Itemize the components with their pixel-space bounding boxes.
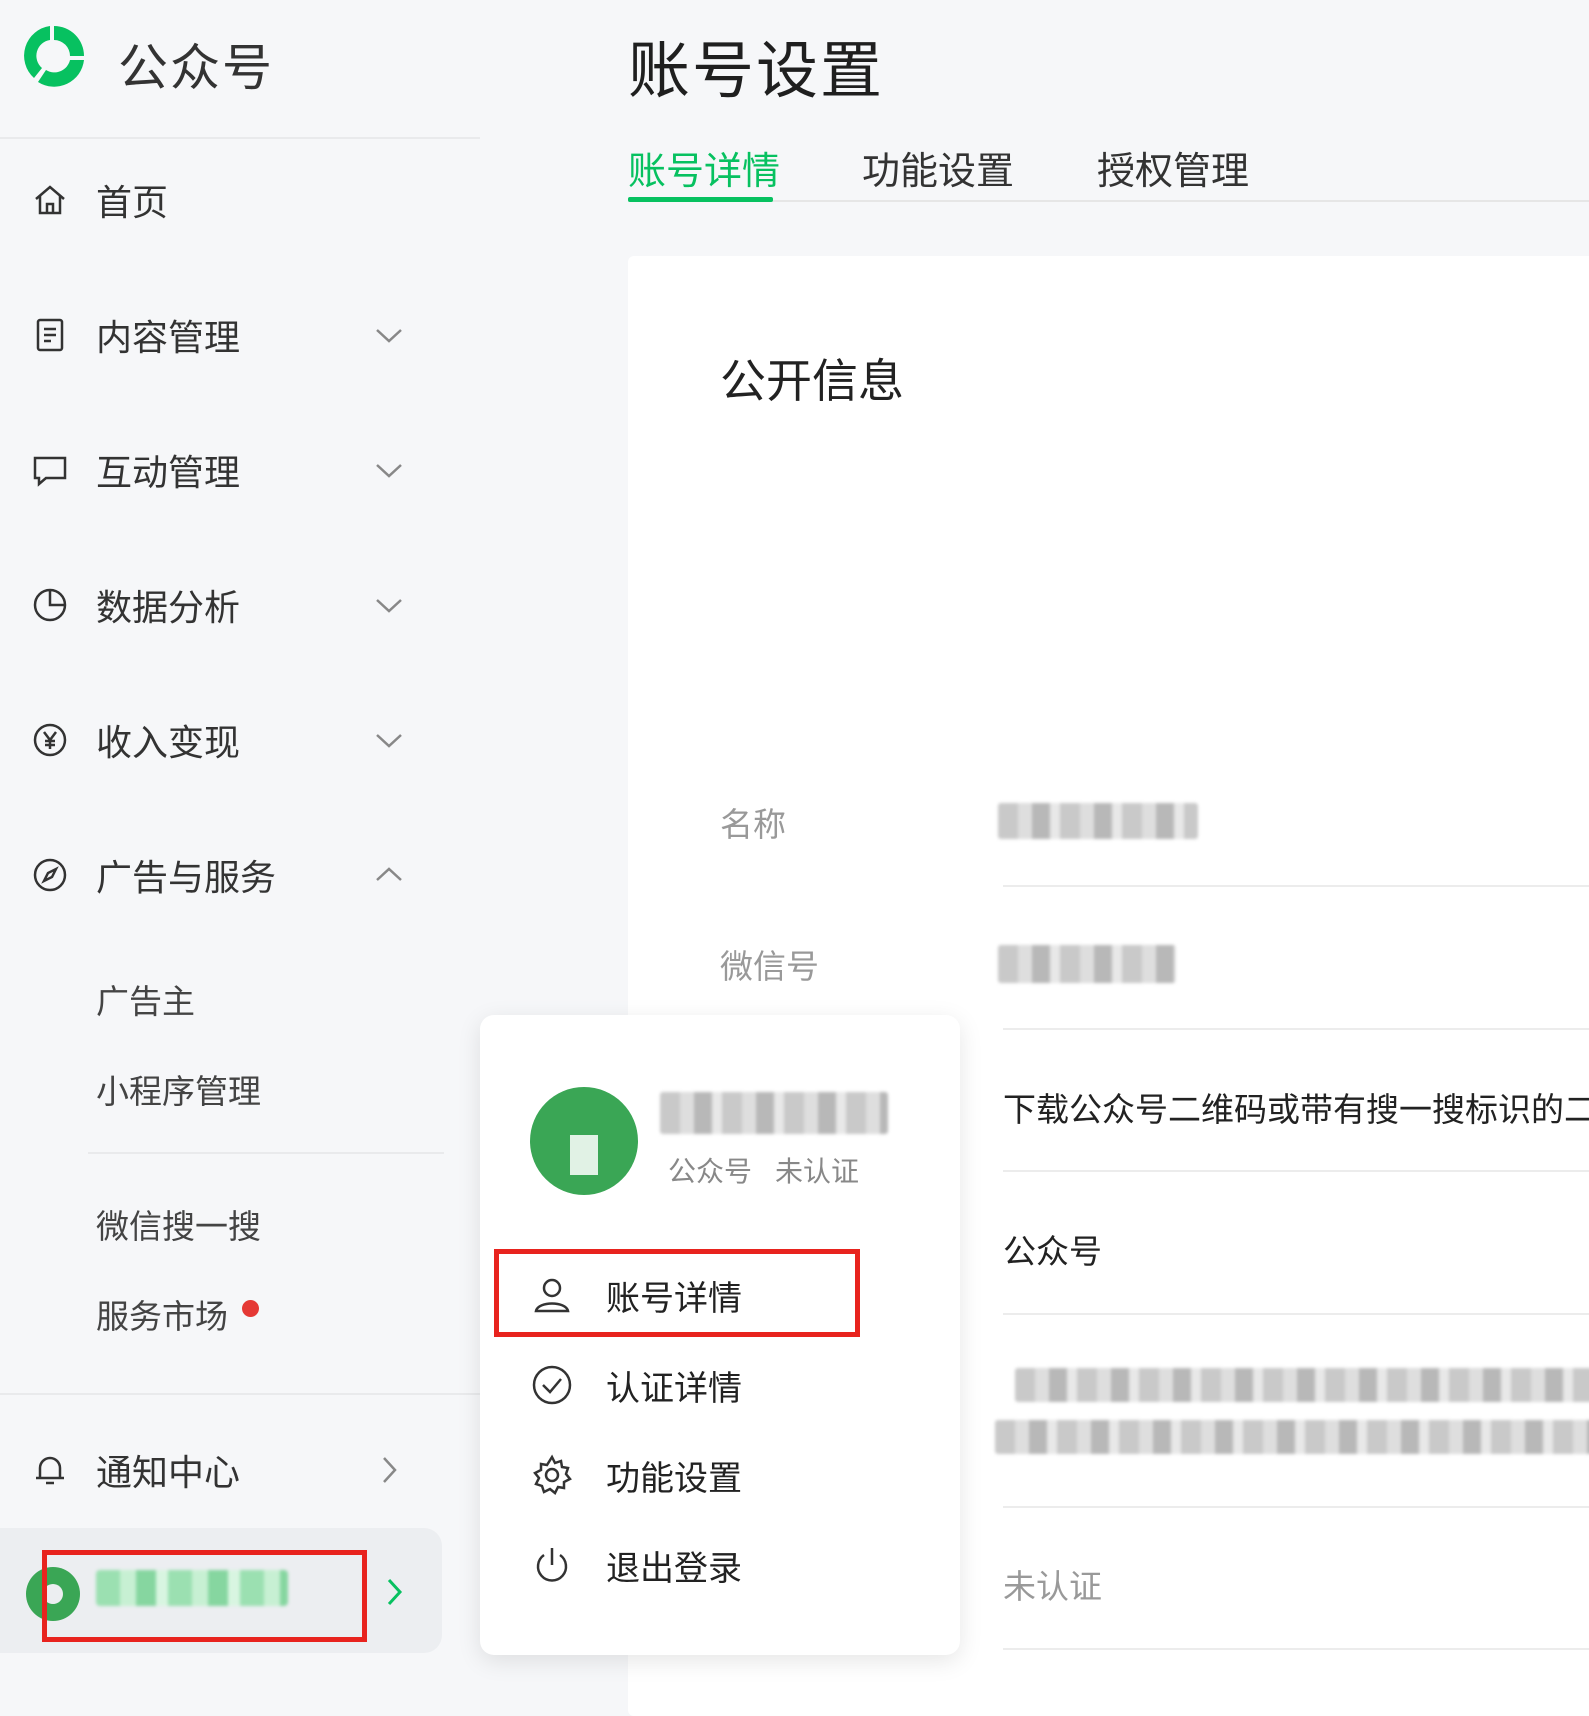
chevron-down-icon — [376, 329, 402, 343]
brand-name: 公众号 — [118, 39, 274, 97]
home-icon — [35, 185, 65, 215]
popover-account-type: 公众号 — [668, 1155, 753, 1188]
intro-line-2-redacted — [995, 1420, 1589, 1454]
row-divider — [1003, 1648, 1589, 1650]
document-icon — [36, 318, 64, 352]
sidebar-subitem-service-market[interactable]: 服务市场 — [96, 1290, 228, 1338]
chevron-right-icon — [387, 1578, 403, 1606]
popover-menu-label: 功能设置 — [606, 1458, 742, 1499]
popover-menu-verification-details[interactable]: 认证详情 — [530, 1350, 910, 1420]
row-divider — [1003, 1170, 1589, 1172]
sidebar-subitem-advertiser[interactable]: 广告主 — [96, 975, 195, 1023]
gear-icon — [533, 1454, 572, 1495]
field-label-wechat-id: 微信号 — [720, 947, 819, 986]
chat-icon — [33, 456, 67, 487]
tab-feature-settings[interactable]: 功能设置 — [862, 140, 1014, 195]
sidebar-item-monetization[interactable]: 收入变现 — [0, 700, 440, 780]
row-divider — [1003, 885, 1589, 887]
row-divider — [1003, 1028, 1589, 1030]
sidebar-subdivider — [88, 1152, 444, 1154]
notification-dot — [242, 1300, 259, 1317]
tab-authorization[interactable]: 授权管理 — [1097, 140, 1249, 195]
chevron-down-icon — [376, 599, 402, 613]
account-type-value: 公众号 — [1003, 1232, 1102, 1271]
tab-account-details[interactable]: 账号详情 — [628, 140, 780, 195]
sidebar-item-home[interactable]: 首页 — [0, 160, 440, 240]
sidebar-subitem-miniprogram[interactable]: 小程序管理 — [96, 1065, 261, 1113]
tab-active-indicator — [628, 197, 773, 202]
page-title: 账号设置 — [628, 34, 885, 107]
chevron-down-icon — [376, 734, 402, 748]
popover-menu-feature-settings[interactable]: 功能设置 — [530, 1440, 910, 1510]
sidebar-item-label: 首页 — [96, 183, 169, 224]
compass-icon — [33, 858, 67, 892]
popover-menu-logout[interactable]: 退出登录 — [530, 1530, 910, 1600]
pie-chart-icon — [33, 588, 67, 622]
sidebar-item-content[interactable]: 内容管理 — [0, 295, 440, 375]
power-icon — [536, 1548, 568, 1582]
account-highlight-box — [42, 1550, 367, 1642]
section-title: 公开信息 — [720, 354, 904, 408]
popover-menu-label: 退出登录 — [606, 1548, 742, 1589]
yuan-icon — [33, 723, 67, 757]
sidebar-item-label: 收入变现 — [96, 723, 241, 764]
field-label-name: 名称 — [720, 805, 786, 844]
sidebar-item-ads-services[interactable]: 广告与服务 — [0, 835, 440, 915]
chevron-right-icon — [383, 1457, 397, 1483]
sidebar-item-label: 广告与服务 — [96, 858, 277, 899]
field-value-name-redacted — [998, 803, 1198, 839]
popover-avatar — [530, 1087, 638, 1195]
sidebar-divider — [0, 1393, 480, 1395]
sidebar-subitem-search[interactable]: 微信搜一搜 — [96, 1200, 261, 1248]
row-divider — [1003, 1506, 1589, 1508]
check-circle-icon — [532, 1365, 572, 1405]
popover-verify-status: 未认证 — [775, 1155, 860, 1188]
popover-menu-label: 认证详情 — [606, 1368, 742, 1409]
chevron-down-icon — [376, 464, 402, 478]
sidebar-item-label: 数据分析 — [96, 588, 241, 629]
row-divider — [1003, 1313, 1589, 1315]
verify-status-value: 未认证 — [1003, 1567, 1102, 1606]
sidebar-item-interaction[interactable]: 互动管理 — [0, 430, 440, 510]
qr-download-text[interactable]: 下载公众号二维码或带有搜一搜标识的二维码 — [1003, 1083, 1589, 1131]
intro-line-1-redacted — [1015, 1368, 1589, 1402]
popover-account-name-redacted — [660, 1092, 888, 1134]
brand-logo-icon — [24, 26, 84, 87]
sidebar-divider — [0, 137, 480, 139]
field-value-wechat-id-redacted — [998, 945, 1176, 983]
sidebar-item-notifications[interactable]: 通知中心 — [0, 1430, 440, 1510]
popover-highlight-box — [494, 1249, 860, 1337]
sidebar-item-label: 通知中心 — [96, 1453, 241, 1494]
sidebar-item-analytics[interactable]: 数据分析 — [0, 565, 440, 645]
bell-icon — [36, 1456, 64, 1485]
chevron-up-icon — [376, 867, 402, 881]
sidebar-item-label: 内容管理 — [96, 318, 241, 359]
sidebar-item-label: 互动管理 — [96, 453, 241, 494]
